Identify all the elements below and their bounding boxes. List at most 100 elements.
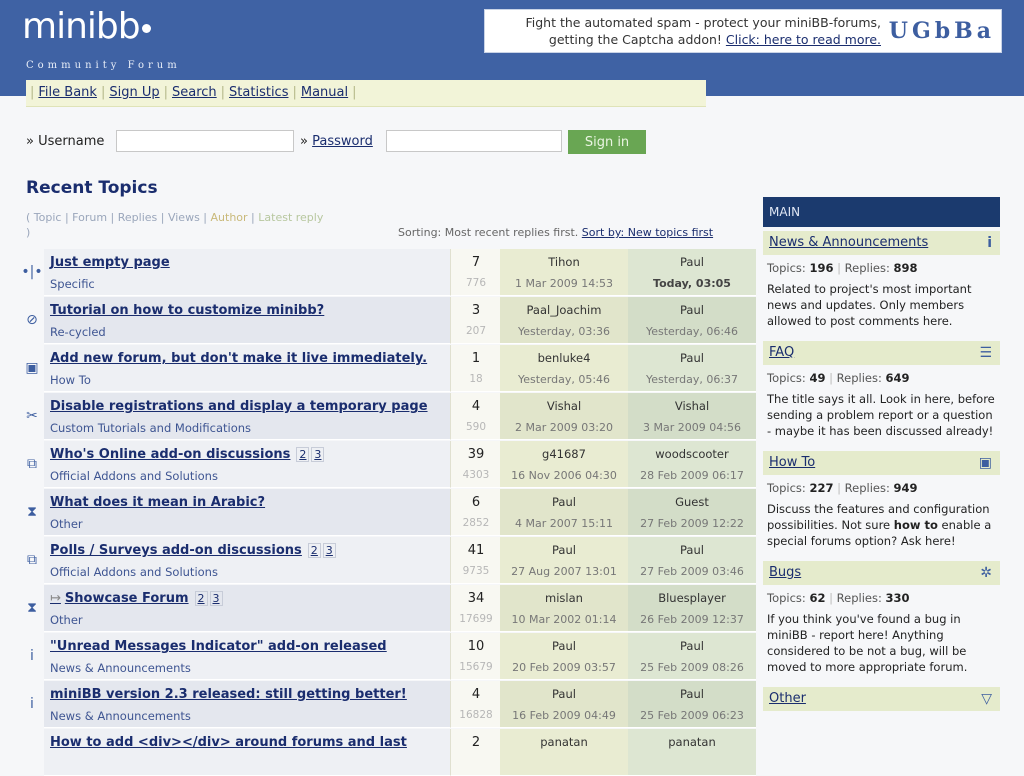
forum-header: Bugs ✲ (763, 561, 1000, 585)
reply-count: 10 (467, 639, 485, 654)
forum-link[interactable]: Other (769, 691, 806, 706)
last-reply-name: Paul (680, 303, 704, 317)
nav-file-bank[interactable]: File Bank (38, 85, 97, 100)
forum-link[interactable]: News & Announcements (769, 235, 928, 250)
last-reply-name: Paul (680, 255, 704, 269)
last-reply-date: Yesterday, 06:46 (645, 325, 739, 338)
last-reply-date: 3 Mar 2009 04:56 (643, 421, 741, 434)
table-row: •|• Just empty page Specific 7 776 Tihon 1 Mar… (20, 249, 756, 296)
page-links: 23 (306, 543, 336, 558)
topic-cell: miniBB version 2.3 released: still getti… (44, 681, 450, 728)
topic-forum[interactable]: How To (50, 373, 91, 387)
page-link[interactable]: 2 (296, 447, 310, 462)
topic-icon: ⧗ (27, 600, 37, 616)
last-reply-name: Vishal (674, 399, 710, 413)
page-link[interactable]: 3 (311, 447, 325, 462)
reply-count: 34 (467, 591, 485, 606)
page-link[interactable]: 3 (322, 543, 336, 558)
counts-cell: 4 16828 (450, 681, 501, 728)
topic-icon: i (30, 696, 34, 712)
counts-cell: 39 4303 (450, 441, 501, 488)
author-name: Vishal (546, 399, 582, 413)
topic-forum[interactable]: Re-cycled (50, 325, 106, 339)
ad-text: Fight the automated spam - protect your … (525, 15, 881, 47)
password-recovery-link[interactable]: Password (312, 134, 373, 149)
topic-title-link[interactable]: Add new forum, but don't make it live im… (50, 351, 427, 366)
forum-header: FAQ ☰ (763, 341, 1000, 365)
last-reply-cell: Guest 27 Feb 2009 12:22 (628, 489, 756, 536)
ad-read-more-link[interactable]: Click: here to read more. (726, 32, 881, 47)
signin-button[interactable]: Sign in (568, 130, 646, 154)
topic-forum[interactable]: Official Addons and Solutions (50, 469, 218, 483)
page-link[interactable]: 2 (307, 543, 321, 558)
site-logo[interactable]: minibb (22, 6, 151, 47)
logo-subtitle: Community Forum (26, 60, 181, 71)
forum-link[interactable]: Bugs (769, 565, 801, 580)
counts-cell: 34 17699 (450, 585, 501, 632)
username-input[interactable] (116, 130, 294, 152)
nav-sign-up[interactable]: Sign Up (109, 85, 159, 100)
topic-title-link[interactable]: miniBB version 2.3 released: still getti… (50, 687, 407, 702)
forum-block: How To ▣ Topics: 227 | Replies: 949 Discuss… (763, 451, 1000, 557)
author-date: 16 Feb 2009 04:49 (512, 709, 616, 722)
last-reply-cell: Paul 27 Feb 2009 03:46 (628, 537, 756, 584)
forum-link[interactable]: FAQ (769, 345, 794, 360)
last-reply-date: 27 Feb 2009 12:22 (640, 517, 744, 530)
author-date: 10 Mar 2002 01:14 (511, 613, 617, 626)
topic-title-link[interactable]: Just empty page (50, 255, 170, 270)
last-reply-name: Guest (675, 495, 709, 509)
page-link[interactable]: 2 (194, 591, 208, 606)
nav-search[interactable]: Search (172, 85, 217, 100)
author-name: Paul (552, 495, 576, 509)
table-row: ⧉ Polls / Surveys add-on discussions 2 3 Off… (20, 537, 756, 584)
topic-forum[interactable]: Official Addons and Solutions (50, 565, 218, 579)
page-link[interactable]: 3 (209, 591, 223, 606)
topic-forum[interactable]: Other (50, 613, 83, 627)
last-reply-date: Yesterday, 06:37 (645, 373, 739, 386)
reply-count: 39 (467, 447, 485, 462)
forum-header: Other ▽ (763, 687, 1000, 711)
topic-title-link[interactable]: Who's Online add-on discussions (50, 447, 290, 462)
logo-dot-icon (141, 23, 151, 33)
view-count: 776 (465, 277, 487, 289)
topic-title-link[interactable]: Tutorial on how to customize minibb? (50, 303, 324, 318)
author-date: 2 Mar 2009 03:20 (515, 421, 613, 434)
author-cell: g41687 16 Nov 2006 04:30 (500, 441, 628, 488)
nav-statistics[interactable]: Statistics (229, 85, 288, 100)
topic-cell: Who's Online add-on discussions 2 3 Officia… (44, 441, 450, 488)
forum-icon: ▽ (981, 691, 992, 707)
sort-new-topics-link[interactable]: Sort by: New topics first (582, 226, 713, 239)
topic-title-link[interactable]: Showcase Forum (65, 591, 189, 606)
counts-cell: 2 (450, 729, 501, 776)
nav-manual[interactable]: Manual (301, 85, 348, 100)
topic-forum[interactable]: Specific (50, 277, 95, 291)
reply-count: 6 (471, 495, 481, 510)
topic-icon: ⧗ (27, 504, 37, 520)
topic-forum[interactable]: News & Announcements (50, 661, 191, 675)
author-cell: benluke4 Yesterday, 05:46 (500, 345, 628, 392)
topic-cell: Just empty page Specific (44, 249, 450, 296)
topic-title-link[interactable]: How to add <div></div> around forums and… (50, 735, 407, 750)
moved-arrow-icon: ↦ (50, 591, 61, 606)
topic-title-link[interactable]: Polls / Surveys add-on discussions (50, 543, 302, 558)
forums-sidebar: MAIN News & Announcements i Topics: 196 | … (763, 197, 1000, 711)
topic-forum[interactable]: Custom Tutorials and Modifications (50, 421, 251, 435)
topic-title-link[interactable]: "Unread Messages Indicator" add-on relea… (50, 639, 387, 654)
topic-title-wrap: Polls / Surveys add-on discussions 2 3 (50, 543, 336, 558)
forum-block: Bugs ✲ Topics: 62 | Replies: 330 If you thi… (763, 561, 1000, 683)
topic-cell: Add new forum, but don't make it live im… (44, 345, 450, 392)
topic-title-link[interactable]: Disable registrations and display a temp… (50, 399, 428, 414)
topic-icon: •|• (21, 264, 43, 280)
table-row: i "Unread Messages Indicator" add-on rele… (20, 633, 756, 680)
topic-title-wrap: Just empty page (50, 255, 170, 270)
forum-block: Other ▽ (763, 687, 1000, 711)
captcha-ad-banner[interactable]: Fight the automated spam - protect your … (484, 9, 1002, 53)
forum-icon: ▣ (978, 455, 992, 471)
view-count: 9735 (462, 565, 490, 577)
topic-forum[interactable]: News & Announcements (50, 709, 191, 723)
topic-title-link[interactable]: What does it mean in Arabic? (50, 495, 265, 510)
counts-cell: 3 207 (450, 297, 501, 344)
topic-forum[interactable]: Other (50, 517, 83, 531)
password-input[interactable] (386, 130, 562, 152)
forum-link[interactable]: How To (769, 455, 815, 470)
